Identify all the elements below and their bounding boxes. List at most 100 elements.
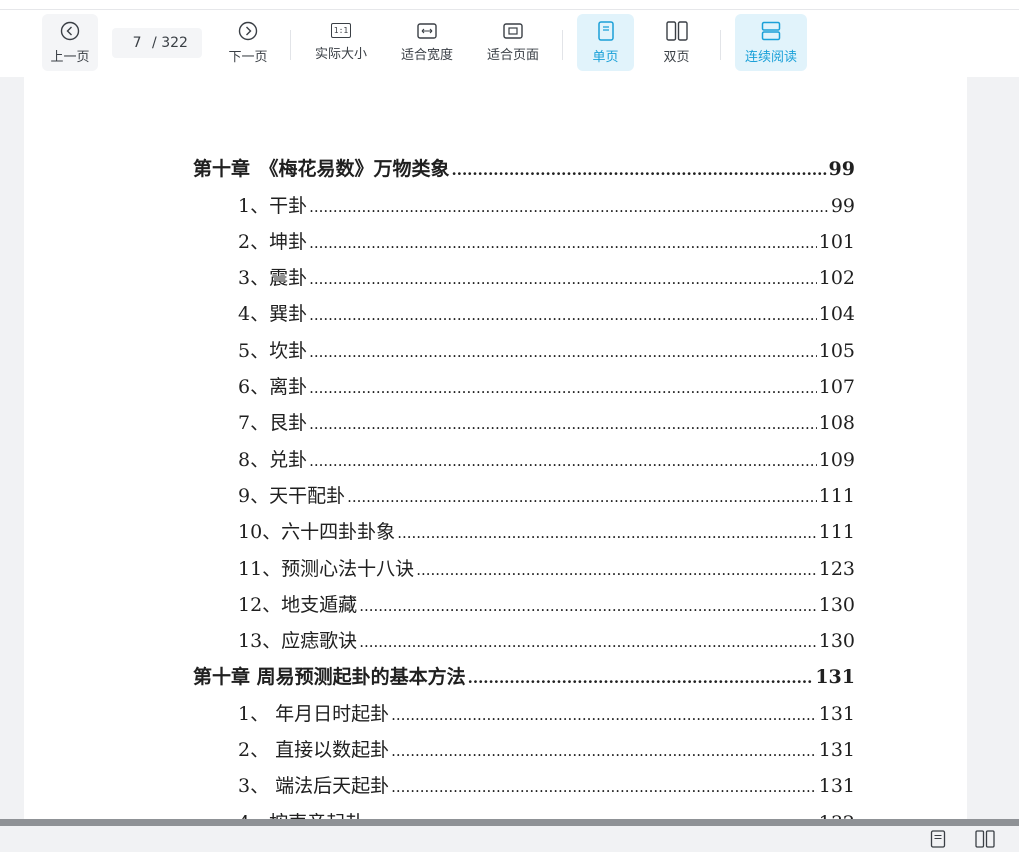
- fit-page-button[interactable]: 适合页面: [478, 14, 548, 71]
- toc-leader-dots: ........................................…: [309, 270, 817, 289]
- toc-page-number: 131: [818, 702, 855, 725]
- double-page-label: 双页: [663, 49, 690, 65]
- toc-entry-title: 1、干卦: [238, 194, 308, 217]
- table-of-contents: 第十章 《梅花易数》万物类象..........................…: [193, 145, 855, 819]
- page-number-input[interactable]: [126, 35, 149, 51]
- single-page-icon: [597, 20, 614, 41]
- fit-page-icon: [503, 22, 523, 39]
- toc-entry[interactable]: 12、地支遁藏.................................…: [193, 581, 855, 617]
- reader-toolbar: 上一页 / 322 下一页 1:1 实际大小 适合宽度 适合页面: [0, 10, 1019, 77]
- toc-entry-title: 2、 直接以数起卦: [238, 739, 390, 762]
- toc-entry[interactable]: 3、震卦....................................…: [193, 254, 855, 290]
- toc-leader-dots: ........................................…: [309, 197, 829, 216]
- toc-page-number: 123: [818, 557, 855, 580]
- toc-entry[interactable]: 1、 年月日时起卦...............................…: [193, 689, 855, 725]
- single-page-button[interactable]: 单页: [577, 14, 634, 71]
- toc-page-number: 99: [828, 158, 855, 181]
- toc-page-number: 132: [819, 811, 855, 819]
- toc-leader-dots: ........................................…: [309, 415, 817, 434]
- status-bar: [0, 826, 1019, 852]
- toc-entry-title: 第十章 《梅花易数》万物类象: [193, 158, 450, 181]
- prev-page-button[interactable]: 上一页: [42, 14, 98, 71]
- double-page-button[interactable]: 双页: [648, 14, 705, 71]
- chevron-right-circle-icon: [238, 21, 258, 40]
- toc-leader-dots: ........................................…: [359, 596, 817, 615]
- toc-entry[interactable]: 3、 端法后天起卦...............................…: [193, 762, 855, 798]
- horizontal-scrollbar[interactable]: [0, 819, 1019, 826]
- toc-chapter-entry[interactable]: 第十章 周易预测起卦的基本方法.........................…: [193, 653, 855, 689]
- double-page-icon: [665, 20, 688, 41]
- actual-size-button[interactable]: 1:1 实际大小: [306, 14, 376, 71]
- toc-entry-title: 3、 端法后天起卦: [238, 775, 390, 798]
- toc-entry-title: 8、兑卦: [238, 448, 308, 471]
- fit-width-label: 适合宽度: [400, 47, 453, 63]
- toc-page-number: 131: [818, 739, 855, 762]
- toc-entry[interactable]: 7、艮卦....................................…: [193, 399, 855, 435]
- toc-entry[interactable]: 13、应痣歌诀.................................…: [193, 617, 855, 653]
- fit-width-icon: [417, 22, 437, 39]
- toc-chapter-entry[interactable]: 第十章 《梅花易数》万物类象..........................…: [193, 145, 855, 181]
- prev-page-label: 上一页: [50, 49, 90, 65]
- actual-size-icon: 1:1: [331, 23, 351, 38]
- toc-leader-dots: ........................................…: [359, 633, 817, 652]
- page-indicator: / 322: [112, 28, 202, 58]
- toc-leader-dots: ........................................…: [309, 342, 817, 361]
- toc-page-number: 104: [818, 303, 855, 326]
- toc-page-number: 101: [818, 230, 855, 253]
- double-page-icon: [975, 830, 995, 848]
- toc-leader-dots: ........................................…: [391, 705, 817, 724]
- toc-entry-title: 7、艮卦: [238, 412, 308, 435]
- toc-entry-title: 12、地支遁藏: [238, 593, 358, 616]
- toolbar-divider: [290, 30, 291, 60]
- continuous-reading-label: 连续阅读: [744, 49, 797, 65]
- toc-leader-dots: ........................................…: [347, 487, 817, 506]
- status-single-page-button[interactable]: [927, 829, 949, 849]
- toc-entry[interactable]: 4、巽卦....................................…: [193, 290, 855, 326]
- toolbar-divider: [562, 30, 563, 60]
- toc-page-number: 102: [818, 267, 855, 290]
- single-page-label: 单页: [592, 49, 619, 65]
- toc-entry-title: 第十章 周易预测起卦的基本方法: [193, 666, 466, 689]
- window-top-edge: [0, 0, 1019, 10]
- toc-entry[interactable]: 1、干卦....................................…: [193, 181, 855, 217]
- toc-entry[interactable]: 10、六十四卦卦象...............................…: [193, 508, 855, 544]
- toc-page-number: 109: [818, 448, 855, 471]
- toc-leader-dots: ........................................…: [309, 233, 817, 252]
- toc-leader-dots: ........................................…: [391, 778, 817, 797]
- toc-page-number: 105: [818, 339, 855, 362]
- next-page-label: 下一页: [228, 49, 268, 65]
- toc-entry[interactable]: 4、按声音起卦.................................…: [193, 798, 855, 819]
- toc-page-number: 111: [818, 521, 855, 544]
- toc-entry-title: 1、 年月日时起卦: [238, 702, 390, 725]
- next-page-button[interactable]: 下一页: [220, 14, 276, 71]
- fit-width-button[interactable]: 适合宽度: [392, 14, 462, 71]
- toc-entry-title: 2、坤卦: [238, 230, 308, 253]
- toc-leader-dots: ........................................…: [309, 379, 817, 398]
- toc-page-number: 131: [815, 666, 855, 689]
- toc-entry[interactable]: 8、兑卦....................................…: [193, 435, 855, 471]
- toc-leader-dots: ........................................…: [397, 524, 817, 543]
- toc-page-number: 108: [818, 412, 855, 435]
- toc-entry-title: 3、震卦: [238, 267, 308, 290]
- toc-entry-title: 5、坎卦: [238, 339, 308, 362]
- toc-entry[interactable]: 5、坎卦....................................…: [193, 326, 855, 362]
- toc-page-number: 111: [818, 484, 855, 507]
- toc-entry[interactable]: 6、离卦....................................…: [193, 363, 855, 399]
- toc-entry[interactable]: 2、坤卦....................................…: [193, 218, 855, 254]
- toc-entry-title: 11、预测心法十八诀: [238, 557, 415, 580]
- status-double-page-button[interactable]: [974, 829, 996, 849]
- continuous-reading-button[interactable]: 连续阅读: [735, 14, 807, 71]
- actual-size-label: 实际大小: [314, 47, 367, 62]
- toc-entry-title: 4、按声音起卦: [238, 811, 364, 819]
- toc-entry[interactable]: 11、预测心法十八诀..............................…: [193, 544, 855, 580]
- toc-page-number: 130: [818, 593, 855, 616]
- toc-entry-title: 4、巽卦: [238, 303, 308, 326]
- toc-entry-title: 13、应痣歌诀: [238, 630, 358, 653]
- toc-entry[interactable]: 9、天干配卦..................................…: [193, 472, 855, 508]
- toc-entry-title: 10、六十四卦卦象: [238, 521, 396, 544]
- toc-leader-dots: ........................................…: [391, 742, 817, 761]
- single-page-icon: [930, 830, 946, 848]
- document-viewport[interactable]: 第十章 《梅花易数》万物类象..........................…: [0, 77, 1019, 819]
- toc-leader-dots: ........................................…: [467, 669, 814, 688]
- toc-entry[interactable]: 2、 直接以数起卦...............................…: [193, 726, 855, 762]
